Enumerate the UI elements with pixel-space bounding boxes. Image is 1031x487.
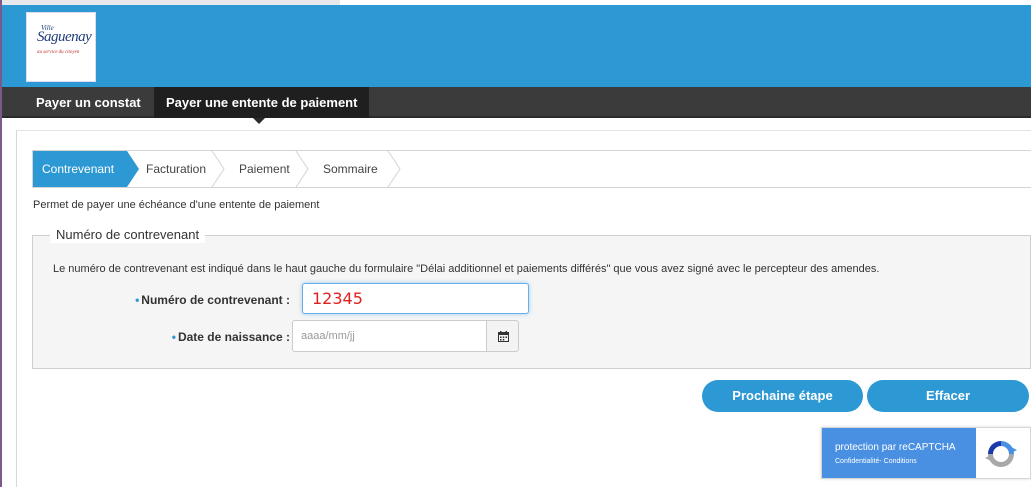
numero-contrevenant-input[interactable]: 12345 — [302, 283, 529, 314]
contrevenant-fieldset: Numéro de contrevenant Le numéro de cont… — [32, 227, 1031, 369]
help-text: Le numéro de contrevenant est indiqué da… — [53, 263, 880, 275]
date-label: • Date de naissance : — [171, 330, 290, 344]
nav-payer-constat[interactable]: Payer un constat — [24, 87, 153, 118]
step-contrevenant: Contrevenant — [33, 151, 139, 187]
recaptcha-title: protection par reCAPTCHA — [835, 442, 956, 453]
main-nav: Payer un constat Payer une entente de pa… — [2, 87, 1031, 118]
clear-button[interactable]: Effacer — [867, 380, 1029, 412]
step-separator — [295, 151, 309, 187]
recaptcha-icon — [985, 441, 1017, 467]
numero-label: • Numéro de contrevenant : — [135, 293, 290, 307]
recaptcha-links[interactable]: Confidentialité- Conditions — [835, 458, 917, 465]
main-panel: Contrevenant Facturation Paiement Sommai… — [16, 130, 1031, 487]
saguenay-logo[interactable]: Ville Saguenay au service du citoyen — [26, 12, 96, 82]
step-sommaire: Sommaire — [323, 162, 378, 176]
next-step-button[interactable]: Prochaine étape — [702, 380, 863, 412]
active-nav-caret — [253, 118, 265, 124]
nav-payer-entente[interactable]: Payer une entente de paiement — [154, 87, 370, 118]
calendar-button[interactable] — [486, 320, 519, 352]
calendar-icon — [498, 331, 509, 342]
required-marker: • — [171, 330, 176, 344]
site-header: Ville Saguenay au service du citoyen — [2, 5, 1031, 87]
fieldset-legend: Numéro de contrevenant — [50, 227, 206, 243]
page-description: Permet de payer une échéance d'une enten… — [33, 199, 320, 211]
step-facturation: Facturation — [146, 162, 207, 176]
date-naissance-input[interactable]: aaaa/mm/jj — [292, 320, 488, 352]
wizard-steps: Contrevenant Facturation Paiement Sommai… — [32, 150, 1031, 188]
step-separator — [211, 151, 225, 187]
step-separator — [387, 151, 401, 187]
recaptcha-badge[interactable]: protection par reCAPTCHA Confidentialité… — [821, 427, 1031, 479]
page: Ville Saguenay au service du citoyen Pay… — [0, 0, 1031, 487]
recaptcha-text-panel: protection par reCAPTCHA Confidentialité… — [822, 428, 976, 478]
step-paiement: Paiement — [239, 162, 290, 176]
required-marker: • — [135, 293, 140, 307]
logo-name-text: Saguenay — [37, 29, 92, 45]
logo-slogan-text: au service du citoyen — [37, 50, 80, 55]
